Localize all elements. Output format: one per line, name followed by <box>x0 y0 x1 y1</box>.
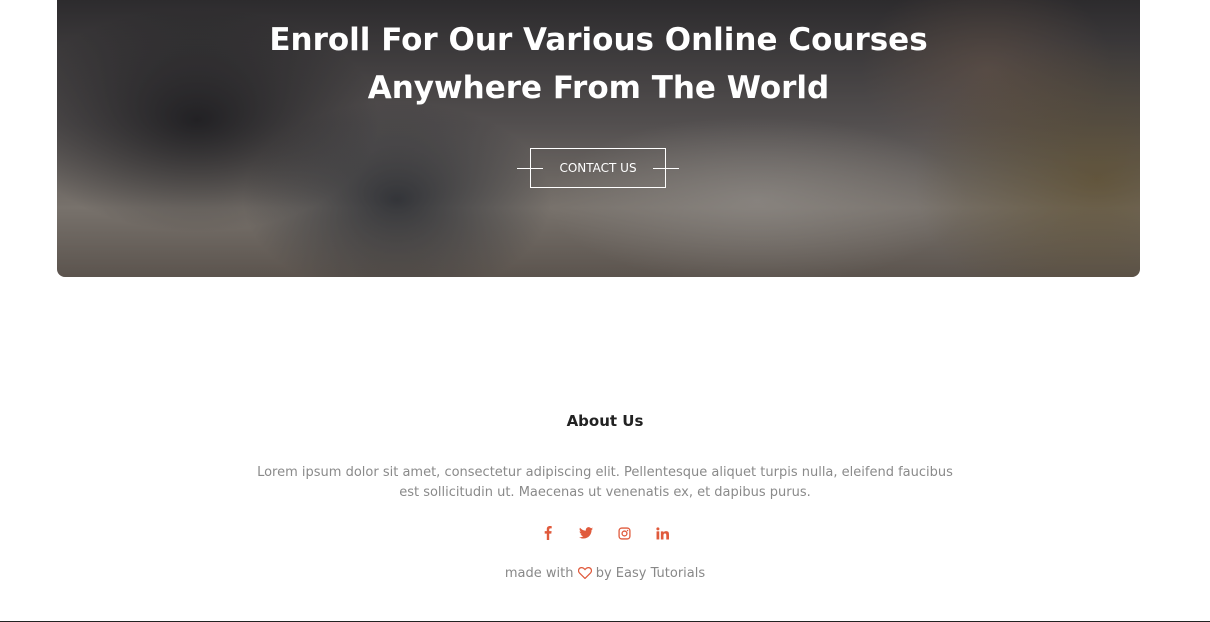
made-with-footer: made with by Easy Tutorials <box>0 566 1210 583</box>
cta-heading-line-1: Enroll For Our Various Online Courses <box>269 22 928 58</box>
made-with-text: made with <box>504 566 574 581</box>
cta-heading: Enroll For Our Various Online Courses An… <box>57 16 1140 112</box>
instagram-icon[interactable] <box>615 524 633 542</box>
linkedin-icon[interactable] <box>653 524 671 542</box>
facebook-icon[interactable] <box>539 524 557 542</box>
about-text: Lorem ipsum dolor sit amet, consectetur … <box>257 465 953 500</box>
about-title: About Us <box>566 412 644 430</box>
social-links <box>0 524 1210 542</box>
heart-icon <box>577 566 592 583</box>
cta-heading-line-2: Anywhere From The World <box>367 70 830 106</box>
twitter-icon[interactable] <box>577 524 595 542</box>
made-by-text: by Easy Tutorials <box>595 566 706 581</box>
cta-banner: Enroll For Our Various Online Courses An… <box>57 0 1140 277</box>
contact-us-button[interactable]: CONTACT US <box>530 148 666 188</box>
